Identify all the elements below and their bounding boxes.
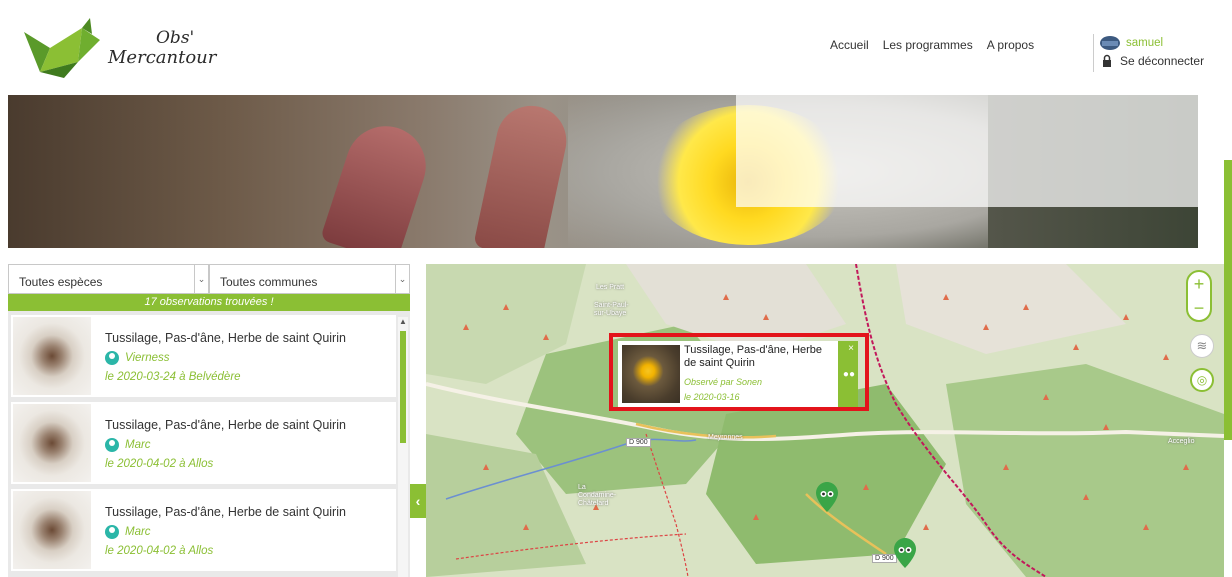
chevron-down-icon: ⌄	[194, 265, 208, 293]
binoculars-icon[interactable]: ●●	[843, 369, 855, 380]
observations-sidebar: Toutes espèces ⌄ Toutes communes ⌄ 17 ob…	[8, 264, 410, 577]
page: Obs' Mercantour Accueil Les programmes A…	[0, 0, 1232, 577]
scroll-up-icon[interactable]: ▲	[398, 317, 408, 327]
locate-icon[interactable]: ◎	[1190, 368, 1214, 392]
observation-title: Tussilage, Pas-d'âne, Herbe de saint Qui…	[105, 331, 346, 345]
observation-title: Tussilage, Pas-d'âne, Herbe de saint Qui…	[105, 418, 346, 432]
close-icon[interactable]: ×	[848, 343, 854, 354]
fox-logo-icon	[24, 18, 100, 78]
layers-icon[interactable]: ≋	[1190, 334, 1214, 358]
observation-user-name: Vierness	[125, 352, 170, 364]
nav-link-programmes[interactable]: Les programmes	[883, 38, 973, 52]
observation-user: Vierness	[105, 351, 170, 365]
brand-line-2: Mercantour	[108, 47, 217, 68]
user-icon	[105, 438, 119, 452]
observation-date: le 2020-04-02 à Allos	[105, 545, 214, 557]
place-label: Saint-Paul-sur-Ubaye	[594, 302, 629, 317]
observation-thumbnail	[13, 317, 91, 395]
chevron-down-icon: ⌄	[395, 265, 409, 293]
map[interactable]: Les Pratt Saint-Paul-sur-Ubaye Meyronnes…	[426, 264, 1224, 577]
brand-name: Obs' Mercantour	[108, 28, 216, 68]
results-count: 17 observations trouvées !	[8, 294, 410, 311]
sidebar-divider	[410, 264, 426, 577]
place-label: La Condamine-Châtelard	[578, 484, 617, 507]
observation-marker[interactable]	[894, 538, 916, 568]
header-banner-image	[8, 95, 1198, 248]
logout-label: Se déconnecter	[1120, 54, 1205, 68]
brand-line-1: Obs'	[156, 28, 195, 48]
observation-item[interactable]: Tussilage, Pas-d'âne, Herbe de saint Qui…	[11, 315, 396, 397]
place-label: Meyronnes	[708, 434, 743, 441]
observation-date: le 2020-04-02 à Allos	[105, 458, 214, 470]
observation-user: Marc	[105, 525, 151, 539]
user-icon	[105, 351, 119, 365]
observation-thumbnail	[13, 491, 91, 569]
popup-date: le 2020-03-16	[684, 392, 740, 402]
scrollbar-thumb[interactable]	[400, 331, 406, 443]
observation-user: Marc	[105, 438, 151, 452]
communes-select-value: Toutes communes	[220, 275, 318, 289]
logo[interactable]: Obs' Mercantour	[20, 18, 216, 80]
observation-date: le 2020-03-24 à Belvédère	[105, 371, 241, 383]
banner-bud	[473, 99, 573, 248]
right-accent-bar	[1224, 160, 1232, 440]
collapse-sidebar-button[interactable]: ‹	[410, 484, 426, 518]
user-menu: samuel Se déconnecter	[1093, 34, 1204, 72]
lock-icon	[1103, 54, 1111, 67]
place-label: Les Pratt	[596, 284, 625, 291]
observation-title: Tussilage, Pas-d'âne, Herbe de saint Qui…	[105, 505, 346, 519]
road-label: D 900	[872, 554, 897, 563]
user-name: samuel	[1126, 37, 1164, 49]
main-nav: Accueil Les programmes A propos	[830, 38, 1034, 52]
user-profile-link[interactable]: samuel	[1100, 34, 1204, 52]
popup-observer: Observé par Sonen	[684, 377, 763, 387]
zoom-control: + −	[1186, 270, 1212, 322]
banner-bud	[319, 115, 437, 248]
zoom-in-button[interactable]: +	[1188, 272, 1210, 296]
species-select-value: Toutes espèces	[19, 275, 103, 289]
observation-user-name: Marc	[125, 439, 151, 451]
zoom-out-button[interactable]: −	[1188, 296, 1210, 320]
observation-list: Tussilage, Pas-d'âne, Herbe de saint Qui…	[8, 311, 410, 577]
observation-marker[interactable]	[816, 482, 838, 512]
road-label: D 900	[626, 438, 651, 447]
top-bar: Obs' Mercantour Accueil Les programmes A…	[0, 0, 1232, 95]
communes-select[interactable]: Toutes communes ⌄	[209, 264, 410, 294]
filters: Toutes espèces ⌄ Toutes communes ⌄	[8, 264, 410, 294]
observation-popup[interactable]: Tussilage, Pas-d'âne, Herbe de saint Qui…	[618, 341, 858, 407]
user-avatar-icon	[1100, 36, 1120, 50]
nav-link-a-propos[interactable]: A propos	[987, 38, 1034, 52]
user-icon	[105, 525, 119, 539]
logout-link[interactable]: Se déconnecter	[1100, 52, 1204, 70]
species-select[interactable]: Toutes espèces ⌄	[8, 264, 209, 294]
map-tiles	[426, 264, 1224, 577]
nav-link-accueil[interactable]: Accueil	[830, 38, 869, 52]
popup-title: Tussilage, Pas-d'âne, Herbe de saint Qui…	[684, 344, 823, 369]
observation-item[interactable]: Tussilage, Pas-d'âne, Herbe de saint Qui…	[11, 489, 396, 571]
banner-overlay	[736, 95, 1198, 207]
place-label: Acceglio	[1168, 438, 1195, 445]
observation-thumbnail	[13, 404, 91, 482]
observation-item[interactable]: Tussilage, Pas-d'âne, Herbe de saint Qui…	[11, 402, 396, 484]
popup-action-bar: × ●●	[838, 341, 858, 407]
popup-photo	[622, 345, 680, 403]
observation-user-name: Marc	[125, 526, 151, 538]
list-scrollbar[interactable]: ▲	[398, 317, 408, 577]
